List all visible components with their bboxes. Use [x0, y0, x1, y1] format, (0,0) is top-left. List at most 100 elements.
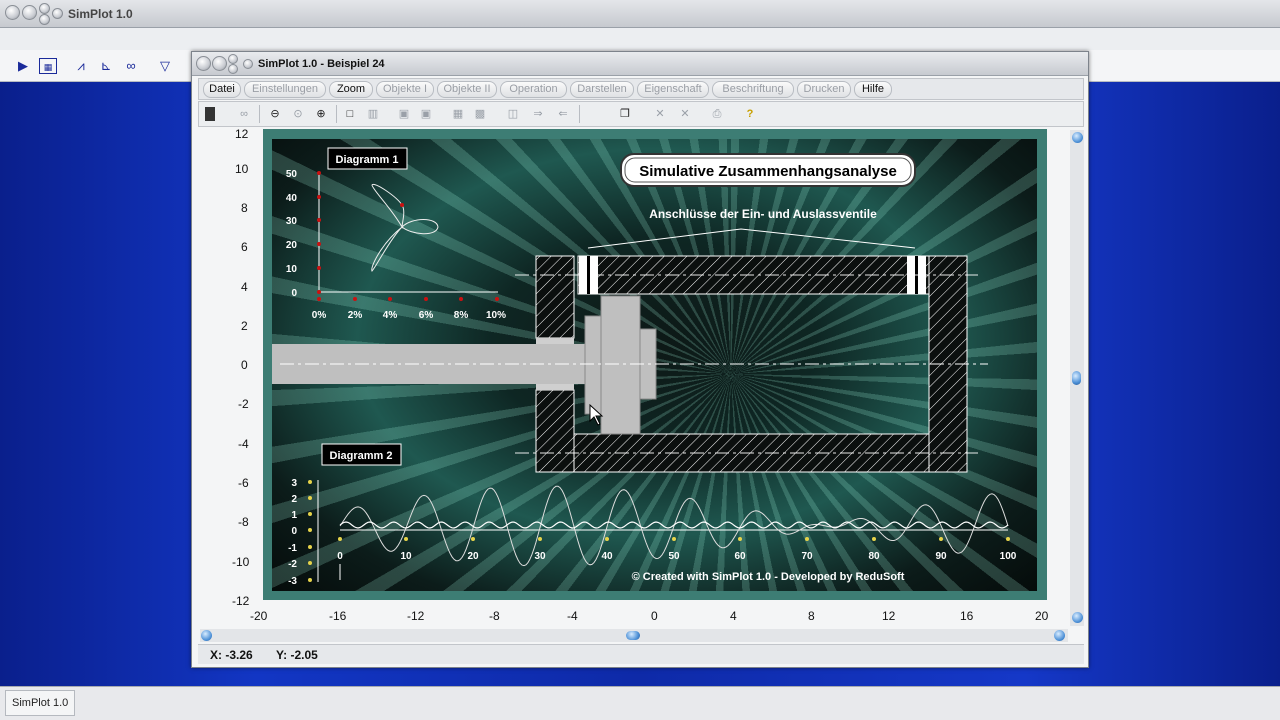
toolbar-separator: [579, 105, 580, 123]
x-tick-label: -12: [407, 609, 425, 623]
diagram1-y-tick: 50: [286, 169, 298, 180]
calculator-icon[interactable]: [205, 107, 215, 121]
arrow-right-icon[interactable]: ⇒: [530, 107, 546, 121]
y-tick-label: -4: [238, 437, 249, 451]
window-titlebar: SimPlot 1.0 - Beispiel 24: [192, 52, 1088, 76]
printer-icon[interactable]: ⎙: [709, 107, 725, 121]
filter-icon[interactable]: ▽: [156, 58, 174, 74]
diagram1-y-tick: 0: [291, 288, 297, 299]
plot-canvas[interactable]: Simulative Zusammenhangsanalyse Anschlüs…: [272, 139, 1037, 591]
scroll-left-button[interactable]: [201, 630, 212, 641]
vertical-scrollbar[interactable]: [1070, 130, 1084, 626]
close-all-icon[interactable]: ✕: [677, 107, 693, 121]
app-title: SimPlot 1.0: [68, 7, 133, 21]
subtitle-connector: [587, 228, 916, 249]
maximize-button[interactable]: [39, 14, 50, 25]
diagram1-tick-dot: [317, 266, 321, 270]
menu-hilfe[interactable]: Hilfe: [854, 81, 892, 98]
close-x-icon[interactable]: ✕: [652, 107, 668, 121]
split-icon[interactable]: ◫: [505, 107, 521, 121]
menu-operation[interactable]: Operation: [500, 81, 567, 98]
copy-frame-icon[interactable]: ▣: [396, 107, 412, 121]
grid-settings-icon[interactable]: ▩: [472, 107, 488, 121]
glasses-icon[interactable]: ∞: [236, 107, 252, 121]
x-tick-label: 4: [730, 609, 737, 623]
diagram2-y-tick: 1: [291, 510, 297, 521]
horizontal-scrollbar[interactable]: [200, 629, 1068, 642]
play-icon[interactable]: ▶: [14, 58, 32, 74]
diagram1-tick-dot: [317, 218, 321, 222]
arrow-left-icon[interactable]: ⇐: [555, 107, 571, 121]
rectangle-icon[interactable]: □: [342, 107, 358, 121]
close-button[interactable]: [5, 5, 20, 20]
y-tick-label: 10: [235, 162, 249, 176]
help-icon[interactable]: ?: [742, 107, 758, 121]
status-x-coordinate: X: -3.26: [210, 648, 253, 662]
diagram2-x-tick: 20: [467, 551, 479, 562]
scroll-right-button[interactable]: [1054, 630, 1065, 641]
grid-icon[interactable]: ▦: [450, 107, 466, 121]
table-icon[interactable]: ▦: [39, 58, 57, 74]
document-window: SimPlot 1.0 - Beispiel 24 Datei Einstell…: [191, 51, 1089, 668]
x-tick-label: 0: [651, 609, 658, 623]
diagram1-ticks: [317, 171, 499, 301]
menu-datei[interactable]: Datei: [203, 81, 241, 98]
paste-frame-icon[interactable]: ▣: [418, 107, 434, 121]
zoom-out-icon[interactable]: ⊖: [267, 107, 283, 121]
menu-beschriftung[interactable]: Beschriftung: [712, 81, 794, 98]
diagram2-x-tick: 0: [337, 551, 343, 562]
status-y-coordinate: Y: -2.05: [276, 648, 318, 662]
diagram1-tick-dot: [353, 297, 357, 301]
diagram1-tick-dot: [388, 297, 392, 301]
multi-chart-icon[interactable]: ∞: [122, 58, 140, 74]
diagram1-x-tick: 10%: [486, 310, 506, 321]
x-tick-label: -8: [489, 609, 500, 623]
menu-einstellungen[interactable]: Einstellungen: [244, 81, 326, 98]
taskbar-item-simplot[interactable]: SimPlot 1.0: [5, 690, 75, 716]
vertical-scroll-thumb[interactable]: [1072, 371, 1081, 385]
menu-zoom[interactable]: Zoom: [329, 81, 373, 98]
pages-icon[interactable]: ❐: [617, 107, 633, 121]
zoom-in-icon[interactable]: ⊕: [313, 107, 329, 121]
window-restore-button[interactable]: [228, 54, 238, 64]
menu-objekte-i[interactable]: Objekte I: [376, 81, 434, 98]
diagram2-tick-dot: [308, 528, 312, 532]
diagram2-y-tick: -2: [288, 559, 297, 570]
app-titlebar: SimPlot 1.0: [0, 0, 1280, 28]
diagram2-x-tick: 60: [734, 551, 746, 562]
plot-subtitle: Anschlüsse der Ein- und Auslassventile: [649, 207, 877, 221]
menu-objekte-ii[interactable]: Objekte II: [437, 81, 497, 98]
x-tick-label: 8: [808, 609, 815, 623]
plot-credit: © Created with SimPlot 1.0 - Developed b…: [632, 571, 905, 583]
diagram1-x-tick: 2%: [348, 310, 363, 321]
restore-button[interactable]: [39, 3, 50, 14]
piston-body: [600, 295, 641, 435]
horizontal-scroll-thumb[interactable]: [626, 631, 640, 640]
scroll-up-button[interactable]: [1072, 132, 1083, 143]
housing-left-top: [535, 255, 575, 339]
window-close-button[interactable]: [196, 56, 211, 71]
y-tick-label: 8: [241, 201, 248, 215]
x-tick-label: -20: [250, 609, 268, 623]
diagram2-x-tick: 100: [1000, 551, 1017, 562]
diagram1-label: Diagramm 1: [336, 154, 399, 166]
diagram2-x-tick: 70: [801, 551, 813, 562]
diagram1-y-tick: 30: [286, 216, 298, 227]
line-chart-icon[interactable]: ⩘: [72, 58, 90, 74]
xy-chart-icon[interactable]: ⊾: [97, 58, 115, 74]
diagram2-tick-dot: [672, 537, 676, 541]
y-tick-label: 0: [241, 358, 248, 372]
diagram2-tick-dot: [308, 512, 312, 516]
window-minimize-button[interactable]: [212, 56, 227, 71]
menu-darstellen[interactable]: Darstellen: [570, 81, 634, 98]
zoom-reset-icon[interactable]: ⊙: [290, 107, 306, 121]
diagram1-tick-dot: [495, 297, 499, 301]
window-maximize-button[interactable]: [228, 64, 238, 74]
menu-drucken[interactable]: Drucken: [797, 81, 851, 98]
columns-icon[interactable]: ▥: [365, 107, 381, 121]
menu-eigenschaft[interactable]: Eigenschaft: [637, 81, 709, 98]
diagram1-y-tick: 10: [286, 264, 298, 275]
diagram2-tick-dot: [308, 561, 312, 565]
scroll-down-button[interactable]: [1072, 612, 1083, 623]
minimize-button[interactable]: [22, 5, 37, 20]
